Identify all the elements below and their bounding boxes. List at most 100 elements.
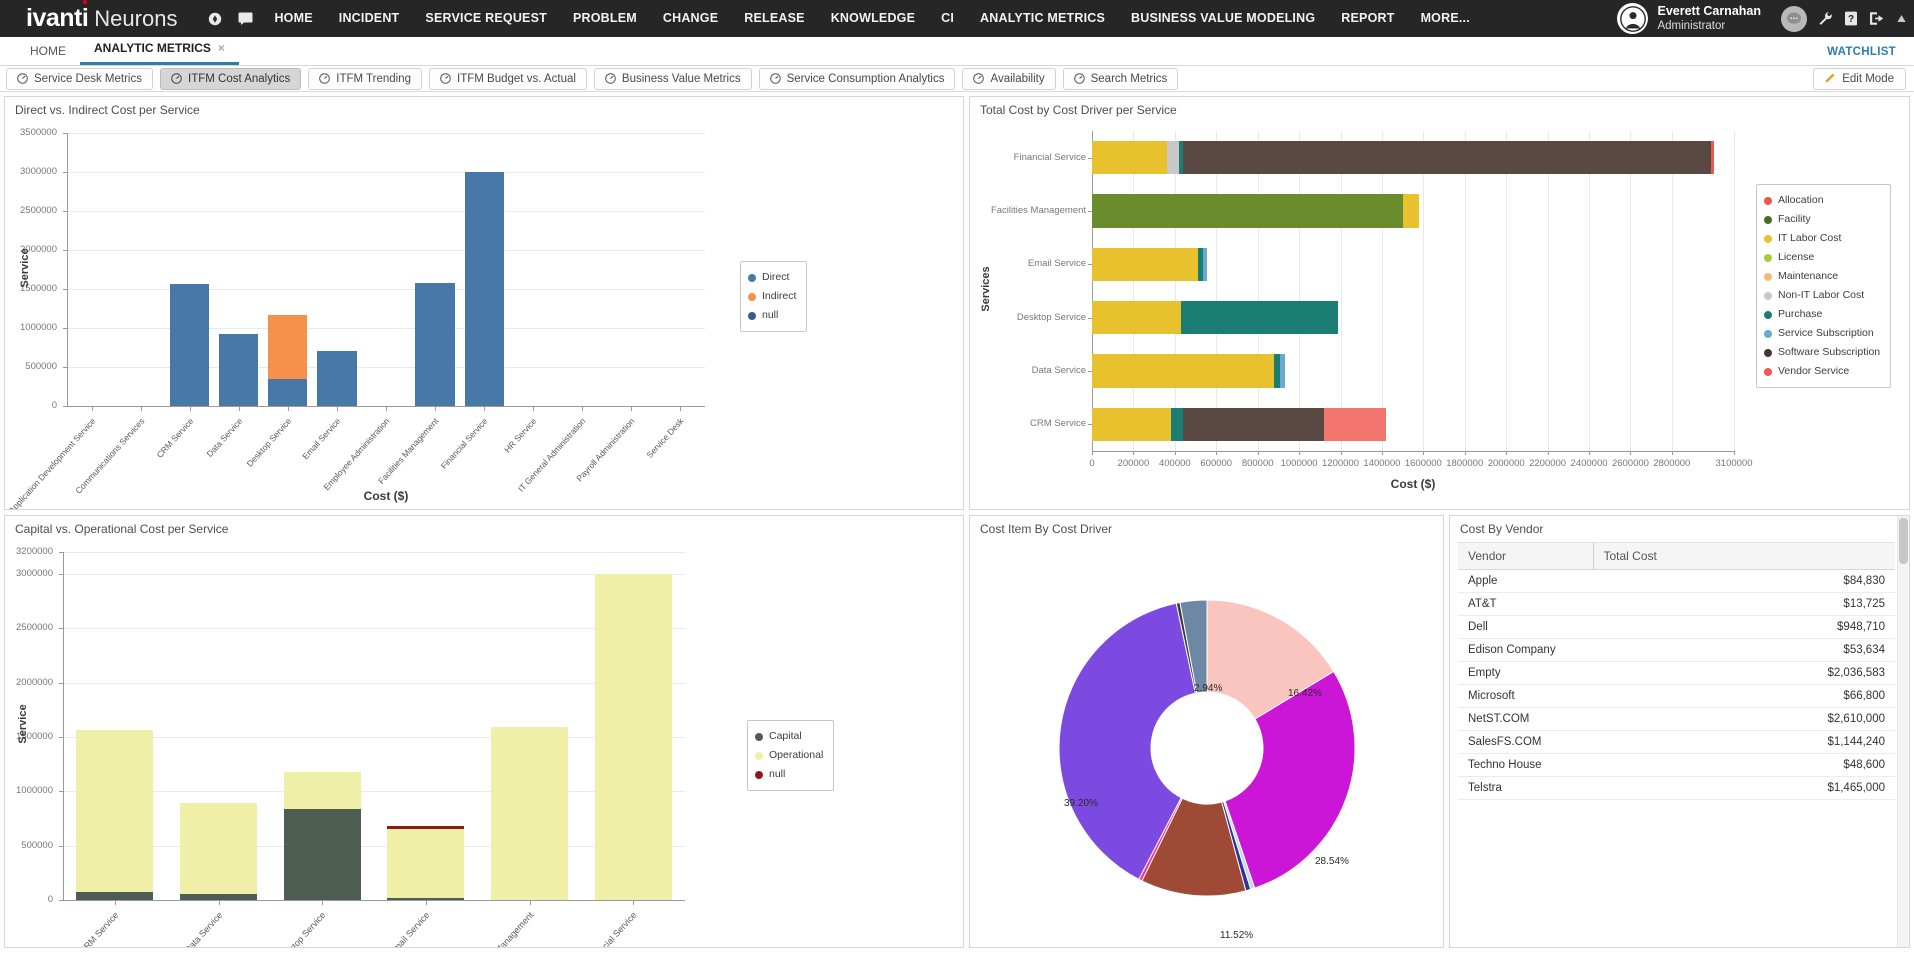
table-row[interactable]: Telstra$1,465,000 [1458,777,1895,800]
close-icon[interactable]: × [218,41,225,55]
bar-segment-it-labor-cost[interactable] [1403,194,1420,227]
legend-item[interactable]: License [1764,248,1880,267]
nav-link-incident[interactable]: INCIDENT [326,0,413,37]
wrench-icon[interactable] [1818,11,1833,26]
metric-tab-service-desk-metrics[interactable]: Service Desk Metrics [6,68,153,90]
table-row[interactable]: AT&T$13,725 [1458,593,1895,616]
bar-operational[interactable] [180,803,257,894]
bar-operational[interactable] [491,727,568,900]
legend-item[interactable]: null [748,306,796,325]
metric-tab-itfm-budget-vs-actual[interactable]: ITFM Budget vs. Actual [429,68,587,90]
location-pin-icon[interactable] [206,10,223,27]
nav-link-report[interactable]: REPORT [1328,0,1407,37]
bar-segment-non-it-labor-cost[interactable] [1167,141,1179,174]
nav-link-problem[interactable]: PROBLEM [560,0,650,37]
legend-item[interactable]: Capital [755,727,823,746]
watchlist-link[interactable]: WATCHLIST [1827,46,1914,65]
legend-item[interactable]: Software Subscription [1764,343,1880,362]
chart-total-cost-by-cost-driver[interactable]: 0200000400000600000800000100000012000001… [970,119,1909,509]
chart-direct-vs-indirect[interactable]: 0500000100000015000002000000250000030000… [5,119,963,509]
nav-link-ci[interactable]: CI [928,0,967,37]
bar-operational[interactable] [284,772,361,809]
bar-segment-it-labor-cost[interactable] [1092,301,1181,334]
metric-tab-service-consumption-analytics[interactable]: Service Consumption Analytics [759,68,956,90]
bar-segment-software-subscription[interactable] [1183,141,1711,174]
table-row[interactable]: Apple$84,830 [1458,570,1895,593]
tab-home[interactable]: HOME [16,44,80,65]
legend-item[interactable]: null [755,765,823,784]
edit-mode-button[interactable]: Edit Mode [1813,68,1906,90]
legend-item[interactable]: Facility [1764,210,1880,229]
bar-segment-service-subscription[interactable] [1280,354,1284,387]
legend-item[interactable]: Allocation [1764,191,1880,210]
bar-operational[interactable] [387,829,464,898]
nav-link-service-request[interactable]: SERVICE REQUEST [412,0,560,37]
metric-tab-business-value-metrics[interactable]: Business Value Metrics [594,68,752,90]
nav-link-change[interactable]: CHANGE [650,0,731,37]
bar-segment-it-labor-cost[interactable] [1092,141,1167,174]
legend-item[interactable]: IT Labor Cost [1764,229,1880,248]
bar-segment-facility[interactable] [1092,194,1403,227]
table-row[interactable]: NetST.COM$2,610,000 [1458,708,1895,731]
bar-segment-service-subscription[interactable] [1203,248,1207,281]
chart-capital-vs-operational[interactable]: 0500000100000015000002000000250000030000… [5,538,963,947]
table-row[interactable]: Dell$948,710 [1458,616,1895,639]
legend-item[interactable]: Vendor Service [1764,362,1880,381]
legend-item[interactable]: Maintenance [1764,267,1880,286]
chart-cost-item-donut[interactable]: 16.42%28.54%11.52%39.20%2.94% [970,538,1443,947]
metric-tab-itfm-trending[interactable]: ITFM Trending [308,68,422,90]
metric-tab-search-metrics[interactable]: Search Metrics [1063,68,1179,90]
tab-analytic-metrics[interactable]: ANALYTIC METRICS× [80,41,239,65]
legend-item[interactable]: Purchase [1764,305,1880,324]
legend-item[interactable]: Non-IT Labor Cost [1764,286,1880,305]
bar-operational[interactable] [595,574,672,900]
donut-chart[interactable] [970,538,1444,948]
column-header-total-cost[interactable]: Total Cost [1593,543,1895,570]
nav-link-analytic-metrics[interactable]: ANALYTIC METRICS [967,0,1118,37]
table-row[interactable]: Edison Company$53,634 [1458,639,1895,662]
nav-link-more[interactable]: MORE... [1408,0,1483,37]
user-menu[interactable]: Everett Carnahan Administrator ? [1617,3,1906,34]
bar-direct[interactable] [465,172,504,406]
bar-segment-purchase[interactable] [1171,408,1183,441]
chat-bubble-icon[interactable] [237,10,254,27]
bar-direct[interactable] [415,283,454,406]
bar-null[interactable] [387,826,464,829]
bar-segment-it-labor-cost[interactable] [1092,408,1171,441]
bar-operational[interactable] [76,730,153,892]
legend-item[interactable]: Service Subscription [1764,324,1880,343]
table-row[interactable]: SalesFS.COM$1,144,240 [1458,731,1895,754]
bar-indirect[interactable] [268,315,307,380]
bar-direct[interactable] [219,334,258,406]
nav-link-release[interactable]: RELEASE [731,0,817,37]
column-header-vendor[interactable]: Vendor [1458,543,1593,570]
bar-segment-vendor-service[interactable] [1324,408,1386,441]
bar-direct[interactable] [317,351,356,406]
metric-tab-availability[interactable]: Availability [962,68,1055,90]
bar-capital[interactable] [284,809,361,900]
chat-icon[interactable] [1781,6,1807,32]
nav-link-business-value-modeling[interactable]: BUSINESS VALUE MODELING [1118,0,1328,37]
bar-direct[interactable] [268,379,307,406]
table-row[interactable]: Techno House$48,600 [1458,754,1895,777]
table-row[interactable]: Empty$2,036,583 [1458,662,1895,685]
vertical-scrollbar[interactable] [1897,516,1909,947]
bar-segment-purchase[interactable] [1181,301,1338,334]
bar-segment-it-labor-cost[interactable] [1092,354,1274,387]
legend-item[interactable]: Direct [748,268,796,287]
bar-direct[interactable] [170,284,209,406]
legend-item[interactable]: Operational [755,746,823,765]
bar-segment-it-labor-cost[interactable] [1092,248,1198,281]
scrollbar-thumb[interactable] [1899,518,1908,564]
nav-link-knowledge[interactable]: KNOWLEDGE [818,0,928,37]
ivanti-neurons-logo[interactable]: ivanti Neurons [26,4,177,33]
logout-icon[interactable] [1869,11,1885,26]
bar-segment-vendor-service[interactable] [1711,141,1714,174]
metric-tab-itfm-cost-analytics[interactable]: ITFM Cost Analytics [160,68,301,90]
bar-capital[interactable] [76,892,153,900]
help-icon[interactable]: ? [1844,11,1858,26]
bar-segment-software-subscription[interactable] [1183,408,1324,441]
legend-item[interactable]: Indirect [748,287,796,306]
nav-link-home[interactable]: HOME [261,0,325,37]
scroll-up-arrow-icon[interactable] [1897,14,1906,23]
